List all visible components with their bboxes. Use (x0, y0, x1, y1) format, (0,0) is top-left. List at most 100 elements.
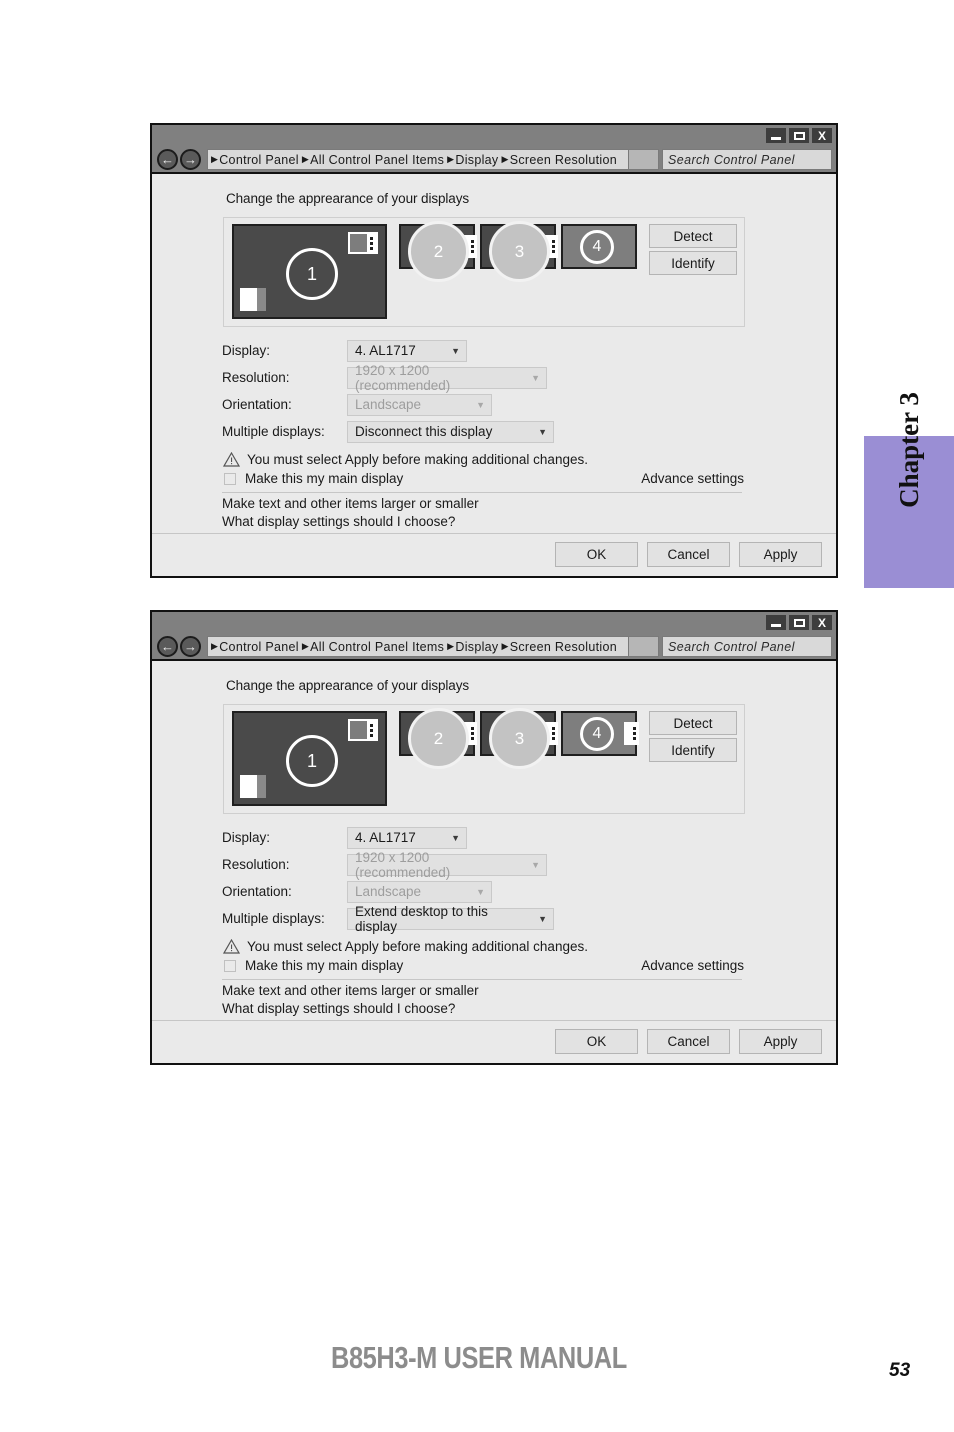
monitor-thumbnail-4[interactable]: 4 (561, 711, 639, 756)
maximize-button[interactable] (789, 615, 809, 630)
monitor-number-2: 2 (408, 221, 469, 282)
display-settings-form: Display: 4. AL1717 ▼ Resolution: 1920 x … (222, 824, 782, 934)
display-settings-help-link[interactable]: What display settings should I choose? (222, 514, 455, 529)
identify-button[interactable]: Identify (649, 251, 737, 275)
multiple-displays-select[interactable]: Disconnect this display ▼ (347, 420, 554, 443)
forward-button[interactable]: → (180, 149, 201, 170)
dots-glyph (471, 240, 474, 253)
forward-button[interactable]: → (180, 636, 201, 657)
form-row-orientation: Orientation: Landscape ▼ (222, 391, 782, 418)
detect-button[interactable]: Detect (649, 711, 737, 735)
warning-text: You must select Apply before making addi… (247, 452, 588, 467)
multiple-displays-label: Multiple displays: (222, 911, 325, 926)
text-size-link[interactable]: Make text and other items larger or smal… (222, 496, 479, 511)
close-button[interactable]: X (812, 128, 832, 143)
apply-button[interactable]: Apply (739, 541, 822, 567)
detect-button[interactable]: Detect (649, 224, 737, 248)
chevron-right-icon: ▶ (447, 641, 455, 651)
breadcrumb[interactable]: ▶ Control Panel ▶ All Control Panel Items … (207, 636, 629, 657)
identify-button[interactable]: Identify (649, 738, 737, 762)
cancel-button[interactable]: Cancel (647, 1028, 730, 1054)
navigation-bar: ← → ▶ Control Panel ▶ All Control Panel It… (152, 147, 836, 174)
display-preview-panel: 1 2 3 4 Detect Identify (223, 704, 745, 814)
orientation-select[interactable]: Landscape ▼ (347, 393, 492, 416)
screen-glyph (350, 234, 367, 252)
breadcrumb-label: Display (455, 152, 499, 167)
breadcrumb-item-control-panel[interactable]: ▶ Control Panel (211, 640, 299, 654)
desktop-icon (240, 775, 266, 798)
resolution-label: Resolution: (222, 370, 290, 385)
breadcrumb-item-screen-resolution[interactable]: ▶ Screen Resolution (498, 153, 616, 167)
window-body: Change the apprearance of your displays … (152, 661, 836, 1061)
back-arrow-icon: ← (161, 152, 174, 167)
close-button[interactable]: X (812, 615, 832, 630)
window-controls: X (766, 615, 832, 630)
window-controls: X (766, 128, 832, 143)
chevron-down-icon: ▼ (451, 345, 460, 356)
breadcrumb-item-control-panel[interactable]: ▶ Control Panel (211, 153, 299, 167)
monitor-thumbnail-1[interactable]: 1 (232, 224, 387, 319)
monitor-thumbnail-1[interactable]: 1 (232, 711, 387, 806)
breadcrumb-item-display[interactable]: ▶ Display (444, 153, 498, 167)
chevron-right-icon: ▶ (447, 154, 455, 164)
form-row-display: Display: 4. AL1717 ▼ (222, 824, 782, 851)
back-button[interactable]: ← (157, 636, 178, 657)
back-button[interactable]: ← (157, 149, 178, 170)
monitor-number-4: 4 (580, 717, 614, 751)
multiple-displays-select[interactable]: Extend desktop to this display ▼ (347, 904, 554, 934)
minimize-button[interactable] (766, 615, 786, 630)
display-settings-icon (348, 232, 378, 254)
monitor-number-3: 3 (489, 708, 550, 769)
dots-glyph (370, 723, 373, 737)
resolution-select[interactable]: 1920 x 1200 (recommended) ▼ (347, 850, 547, 880)
monitor-number-2: 2 (408, 708, 469, 769)
display-settings-help-link[interactable]: What display settings should I choose? (222, 1001, 455, 1016)
display-select[interactable]: 4. AL1717 ▼ (347, 339, 467, 362)
text-size-link[interactable]: Make text and other items larger or smal… (222, 983, 479, 998)
search-input[interactable]: Search Control Panel (662, 149, 832, 170)
breadcrumb-item-all-items[interactable]: ▶ All Control Panel Items (299, 640, 444, 654)
advance-settings-link[interactable]: Advance settings (641, 471, 744, 486)
monitor-thumbnail-2[interactable]: 2 (399, 708, 477, 769)
preview-side-buttons: Detect Identify (649, 711, 737, 765)
resolution-select[interactable]: 1920 x 1200 (recommended) ▼ (347, 363, 547, 393)
cancel-button[interactable]: Cancel (647, 541, 730, 567)
screen-resolution-window-1: X ← → ▶ Control Panel ▶ All Control Panel … (150, 123, 838, 578)
form-row-multiple-displays: Multiple displays: Disconnect this displ… (222, 418, 782, 445)
divider (222, 979, 742, 980)
main-display-checkbox[interactable] (224, 472, 236, 485)
display-select-value: 4. AL1717 (355, 830, 416, 845)
orientation-select[interactable]: Landscape ▼ (347, 880, 492, 903)
search-input[interactable]: Search Control Panel (662, 636, 832, 657)
breadcrumb-item-all-items[interactable]: ▶ All Control Panel Items (299, 153, 444, 167)
preview-side-buttons: Detect Identify (649, 224, 737, 278)
resolution-select-value: 1920 x 1200 (recommended) (355, 362, 451, 393)
breadcrumb-item-display[interactable]: ▶ Display (444, 640, 498, 654)
chevron-right-icon: ▶ (501, 641, 509, 651)
maximize-icon (793, 618, 805, 627)
display-select[interactable]: 4. AL1717 ▼ (347, 826, 467, 849)
chevron-right-icon: ▶ (211, 154, 219, 164)
chevron-down-icon: ▼ (531, 859, 540, 870)
breadcrumb-label: Control Panel (219, 152, 299, 167)
apply-button[interactable]: Apply (739, 1028, 822, 1054)
breadcrumb-item-screen-resolution[interactable]: ▶ Screen Resolution (498, 640, 616, 654)
display-label: Display: (222, 343, 271, 358)
dialog-footer: OK Cancel Apply (152, 1020, 836, 1061)
ok-button[interactable]: OK (555, 1028, 638, 1054)
breadcrumb[interactable]: ▶ Control Panel ▶ All Control Panel Items … (207, 149, 629, 170)
ok-button[interactable]: OK (555, 541, 638, 567)
main-display-checkbox[interactable] (224, 959, 236, 972)
monitor-thumbnail-3[interactable]: 3 (480, 708, 558, 769)
maximize-button[interactable] (789, 128, 809, 143)
main-display-checkbox-label: Make this my main display (245, 958, 404, 973)
monitor-thumbnail-2[interactable]: 2 (399, 221, 477, 282)
monitor-number-3: 3 (489, 221, 550, 282)
monitor-thumbnail-4[interactable]: 4 (561, 224, 637, 269)
minimize-button[interactable] (766, 128, 786, 143)
multiple-displays-label: Multiple displays: (222, 424, 325, 439)
address-bar-spacer (629, 636, 659, 657)
dots-glyph (552, 727, 555, 740)
monitor-thumbnail-3[interactable]: 3 (480, 221, 558, 282)
advance-settings-link[interactable]: Advance settings (641, 958, 744, 973)
